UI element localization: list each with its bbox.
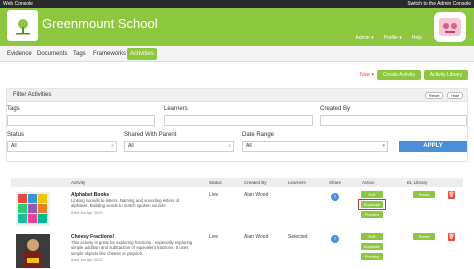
chevron-down-icon: ▾ [399,35,402,41]
created-by-cell: Alan Wood [244,234,269,240]
duplicate-button[interactable]: Duplicate [361,243,383,250]
tab-frameworks[interactable]: Frameworks [90,48,129,60]
fractions-thumbnail[interactable] [16,234,50,268]
hide-button[interactable]: Hide [447,92,464,99]
date-range-select[interactable]: All ▾ [242,141,388,152]
switch-console-link[interactable]: Switch to the Admin Console [407,0,471,8]
preview-button[interactable]: Preview [361,253,383,260]
now-dropdown[interactable]: Now ▾ [360,72,374,78]
chevron-down-icon: ▾ [382,143,385,149]
tab-evidence[interactable]: Evidence [4,48,35,60]
col-learners: Learners [288,180,306,185]
filter-header: Filter Activities Reset Hide [7,89,467,102]
tab-tags[interactable]: Tags [70,48,89,60]
alphabet-thumbnail[interactable] [16,192,50,226]
school-header: Greenmount School Admin ▾ Profile ▾ Help [0,8,474,46]
col-created-by: Created By [244,180,267,185]
avatar-art-icon [439,18,461,36]
date-range-label: Date Range [242,132,275,138]
school-name: Greenmount School [42,16,158,31]
delete-icon[interactable]: 🗑 [448,233,455,241]
shared-select[interactable]: All ⌕ [124,141,234,152]
chevron-down-icon: ▾ [371,72,374,78]
search-icon: ⌕ [111,143,114,149]
table-header: Activity Status Created By Learners Shar… [11,178,463,187]
search-icon: ⌕ [228,143,231,149]
activity-date: Wed 1st Apr 2020 [71,257,103,262]
school-logo[interactable] [7,10,38,41]
status-select[interactable]: All ⌕ [7,141,117,152]
apply-button[interactable]: APPLY [399,141,467,152]
col-activity: Activity [71,180,86,185]
activity-date: Wed 1st Apr 2020 [71,210,103,215]
avatar[interactable] [434,12,466,42]
created-by-input[interactable] [320,115,467,126]
share-library-button[interactable]: Share [413,233,435,240]
delete-icon[interactable]: 🗑 [448,191,455,199]
duplicate-highlight [358,199,386,210]
chevron-down-icon: ▾ [371,35,374,41]
status-label: Status [7,132,25,138]
status-cell: Live [209,234,219,240]
top-bar: Web Console Switch to the Admin Console [0,0,474,8]
created-by-cell: Alan Wood [244,192,269,198]
learners-cell: Selected [288,234,308,240]
share-icon[interactable]: ⇪ [331,193,339,201]
tags-input[interactable] [7,115,155,126]
shared-label: Shared With Parent [124,132,177,138]
tab-activities[interactable]: Activities [127,48,157,60]
filter-title: Filter Activities [13,92,52,98]
header-links: Admin ▾ Profile ▾ Help [356,35,422,41]
tab-documents[interactable]: Documents [34,48,70,60]
created-by-label: Created By [320,106,351,112]
tags-label: Tags [7,106,20,112]
preview-button[interactable]: Preview [361,211,383,218]
status-cell: Live [209,192,219,198]
col-share: Share [329,180,342,185]
main-tabs: Evidence Documents Tags Frameworks Activ… [0,46,474,62]
edit-button[interactable]: Edit [361,233,383,240]
share-library-button[interactable]: Share [413,191,435,198]
activity-library-button[interactable]: Activity Library [424,70,468,80]
col-action: Action [362,180,375,185]
edit-button[interactable]: Edit [361,191,383,198]
activity-description: This activity is great for exploring fra… [71,240,193,256]
help-link[interactable]: Help [412,35,422,41]
admin-menu[interactable]: Admin ▾ [356,35,374,41]
learners-input[interactable] [164,115,313,126]
reset-button[interactable]: Reset [425,92,444,99]
web-console-label: Web Console [3,1,33,7]
filter-panel: Filter Activities Reset Hide Tags Learne… [6,88,468,162]
learners-label: Learners [164,106,188,112]
col-el-library: EL Library [407,180,428,185]
share-icon[interactable]: ⇪ [331,235,339,243]
activity-description: Linking sounds to letters. Naming and so… [71,198,180,209]
col-status: Status [209,180,222,185]
create-activity-button[interactable]: Create Activity [377,70,421,80]
profile-menu[interactable]: Profile ▾ [384,35,402,41]
school-logo-icon [15,18,30,34]
